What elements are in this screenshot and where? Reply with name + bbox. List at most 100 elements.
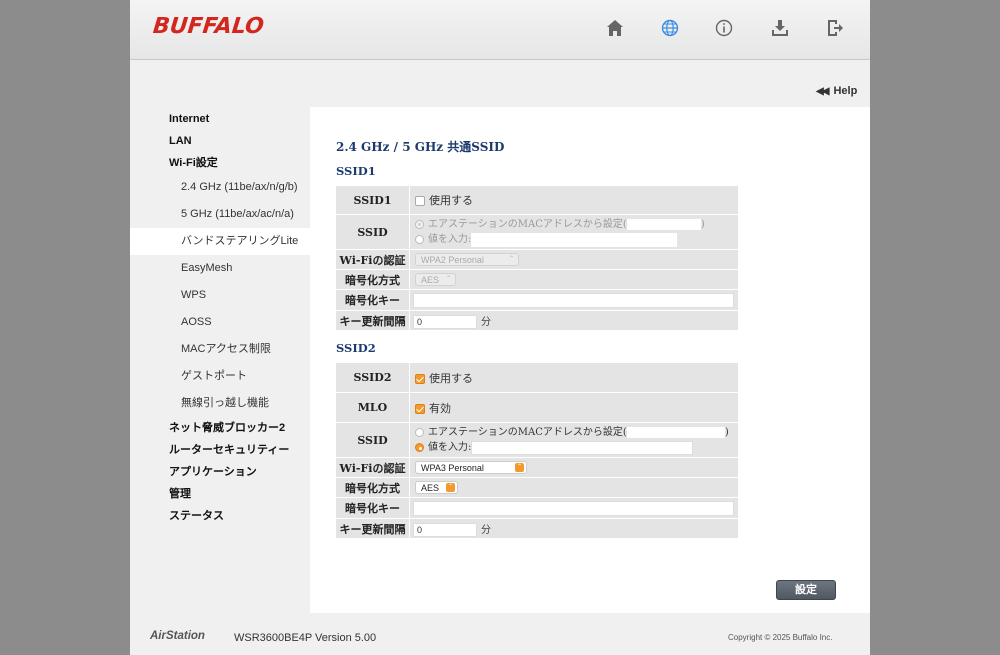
ssid1-auth-cell: WPA2 Personal ⌃ <box>409 249 739 270</box>
sidebar-item-10[interactable]: ゲストポート <box>130 363 310 390</box>
ssid1-heading: SSID1 <box>336 164 376 178</box>
ssid2-mlo-label: MLO <box>335 392 410 423</box>
ssid1-key-input[interactable] <box>413 292 734 308</box>
globe-icon[interactable] <box>659 17 681 39</box>
ssid2-enc-label: 暗号化方式 <box>335 477 410 498</box>
apply-button[interactable]: 設定 <box>776 580 836 600</box>
ssid2-table: SSID2 使用する MLO 有効 SSID エアステーションのMACアドレスか… <box>335 362 739 539</box>
ssid2-input-radio[interactable] <box>415 443 424 452</box>
sidebar-item-14[interactable]: アプリケーション <box>130 461 310 483</box>
router-admin-frame: BUFFALO ◀◀ Help Internet LAN Wi-Fi設定 2.4 GH… <box>130 0 870 655</box>
ssid2-key-label: 暗号化キー <box>335 497 410 519</box>
sidebar-nav: Internet LAN Wi-Fi設定 2.4 GHz (11be/ax/n/g/b… <box>130 108 310 527</box>
ssid2-enc-select[interactable]: AES ⌃ <box>415 481 458 495</box>
sidebar-item-16[interactable]: ステータス <box>130 505 310 527</box>
buffalo-logo[interactable]: BUFFALO <box>152 14 265 39</box>
help-label: Help <box>833 85 858 97</box>
ssid2-heading: SSID2 <box>336 341 376 355</box>
ssid1-enable-checkbox[interactable] <box>415 196 425 206</box>
sidebar-item-7[interactable]: WPS <box>130 282 310 309</box>
ssid2-enable-label: SSID2 <box>335 362 410 393</box>
ssid1-mac-value <box>626 219 701 230</box>
logout-icon[interactable] <box>824 17 846 39</box>
ssid2-mac-option-text: エアステーションのMACアドレスから設定( <box>428 427 627 438</box>
ssid1-interval-unit: 分 <box>481 316 491 328</box>
footer: AirStation WSR3600BE4P Version 5.00 Copy… <box>130 620 870 655</box>
ssid2-auth-cell: WPA3 Personal ⌃ <box>409 457 739 478</box>
sidebar-item-0[interactable]: Internet <box>130 108 310 130</box>
home-icon[interactable] <box>604 17 626 39</box>
ssid2-mlo-cell: 有効 <box>409 392 739 423</box>
ssid2-interval-label: キー更新間隔 <box>335 518 410 539</box>
download-icon[interactable] <box>769 17 791 39</box>
ssid1-interval-input[interactable]: 0 <box>413 314 477 329</box>
ssid2-auth-label: Wi-Fiの認証 <box>335 457 410 478</box>
sidebar-item-1[interactable]: LAN <box>130 130 310 152</box>
ssid1-mac-radio[interactable] <box>415 220 424 229</box>
ssid1-mac-close: ) <box>700 219 705 230</box>
ssid2-mac-value <box>626 427 725 438</box>
model-name: WSR3600BE4P <box>234 632 313 644</box>
sidebar-item-13[interactable]: ルーターセキュリティー <box>130 439 310 461</box>
ssid1-enc-label: 暗号化方式 <box>335 269 410 290</box>
ssid1-input-radio[interactable] <box>415 235 424 244</box>
ssid1-enable-text: 使用する <box>429 194 473 207</box>
collapse-arrows-icon: ◀◀ <box>816 86 829 97</box>
ssid1-auth-label: Wi-Fiの認証 <box>335 249 410 270</box>
chevron-updown-icon: ⌃ <box>445 276 452 283</box>
ssid1-enable-label: SSID1 <box>335 185 410 215</box>
sidebar-item-9[interactable]: MACアクセス制限 <box>130 336 310 363</box>
sidebar-item-4[interactable]: 5 GHz (11be/ax/ac/n/a) <box>130 201 310 228</box>
ssid2-auth-select[interactable]: WPA3 Personal ⌃ <box>415 461 527 475</box>
ssid1-auth-value: WPA2 Personal <box>421 255 484 266</box>
ssid2-enable-text: 使用する <box>429 371 473 385</box>
ssid1-auth-select[interactable]: WPA2 Personal ⌃ <box>415 253 519 267</box>
ssid2-enable-checkbox[interactable] <box>415 373 425 384</box>
ssid1-interval-cell: 0分 <box>409 310 739 331</box>
ssid1-enc-select[interactable]: AES ⌃ <box>415 273 456 287</box>
info-icon[interactable] <box>713 17 735 39</box>
ssid2-interval-cell: 0分 <box>409 518 739 539</box>
sidebar-item-2[interactable]: Wi-Fi設定 <box>130 152 310 174</box>
ssid1-ssid-input[interactable] <box>471 232 678 247</box>
ssid1-mac-option-text: エアステーションのMACアドレスから設定( <box>428 219 627 230</box>
sidebar-item-11[interactable]: 無線引っ越し機能 <box>130 390 310 417</box>
chevron-updown-icon: ⌃ <box>446 483 455 493</box>
ssid1-interval-label: キー更新間隔 <box>335 310 410 331</box>
ssid2-mac-close: ) <box>724 427 729 438</box>
main-panel: 2.4 GHz / 5 GHz 共通SSID SSID1 SSID1 使用する … <box>310 107 870 613</box>
ssid2-interval-input[interactable]: 0 <box>413 522 477 537</box>
ssid1-table: SSID1 使用する SSID エアステーションのMACアドレスから設定() 値… <box>335 185 739 331</box>
ssid1-input-option-text: 値を入力: <box>428 234 472 245</box>
sidebar-item-8[interactable]: AOSS <box>130 309 310 336</box>
firmware-version: Version 5.00 <box>315 632 377 644</box>
sidebar-item-6[interactable]: EasyMesh <box>130 255 310 282</box>
ssid2-ssid-cell: エアステーションのMACアドレスから設定() 値を入力: <box>409 422 739 458</box>
ssid1-ssid-cell: エアステーションのMACアドレスから設定() 値を入力: <box>409 214 739 250</box>
ssid2-key-input[interactable] <box>413 500 734 516</box>
sidebar-item-12[interactable]: ネット脅威ブロッカー2 <box>130 417 310 439</box>
top-header: BUFFALO <box>130 0 870 60</box>
help-link[interactable]: ◀◀ Help <box>816 85 857 97</box>
ssid2-enable-cell: 使用する <box>409 362 739 393</box>
ssid1-enc-cell: AES ⌃ <box>409 269 739 290</box>
ssid2-ssid-label: SSID <box>335 422 410 458</box>
chevron-updown-icon: ⌃ <box>515 463 524 473</box>
ssid1-enable-cell: 使用する <box>409 185 739 215</box>
ssid1-ssid-label: SSID <box>335 214 410 250</box>
ssid1-key-label: 暗号化キー <box>335 289 410 311</box>
ssid2-mlo-checkbox[interactable] <box>415 403 425 414</box>
ssid2-auth-value: WPA3 Personal <box>421 463 484 474</box>
ssid1-key-cell <box>409 289 739 311</box>
ssid2-key-cell <box>409 497 739 519</box>
ssid2-enc-cell: AES ⌃ <box>409 477 739 498</box>
sidebar-item-3[interactable]: 2.4 GHz (11be/ax/n/g/b) <box>130 174 310 201</box>
ssid2-mlo-text: 有効 <box>429 401 451 415</box>
ssid2-ssid-input[interactable] <box>471 440 694 455</box>
ssid2-interval-unit: 分 <box>481 524 491 536</box>
sidebar-item-15[interactable]: 管理 <box>130 483 310 505</box>
page-title: 2.4 GHz / 5 GHz 共通SSID <box>336 140 505 154</box>
copyright: Copyright © 2025 Buffalo Inc. <box>728 633 833 642</box>
ssid2-mac-radio[interactable] <box>415 428 424 437</box>
sidebar-item-5[interactable]: バンドステアリングLite <box>130 228 310 255</box>
